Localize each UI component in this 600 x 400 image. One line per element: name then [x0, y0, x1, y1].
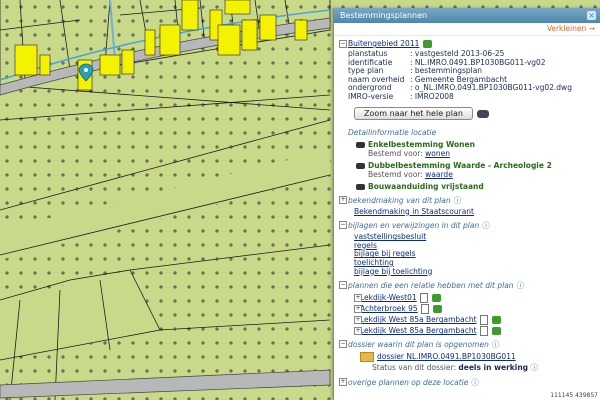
arrow-right-icon: →	[588, 24, 595, 33]
binoculars-icon[interactable]	[476, 109, 489, 118]
relatie-section[interactable]: − plannen die een relatie hebben met dit …	[334, 280, 600, 291]
info-icon[interactable]: ⓘ	[482, 221, 490, 230]
relatie-title: plannen die een relatie hebben met dit p…	[348, 281, 514, 291]
detail-name[interactable]: Enkelbestemming Wonen	[368, 140, 475, 149]
expand-icon[interactable]: +	[339, 377, 347, 386]
panel-title: Bestemmingsplannen	[340, 11, 428, 20]
plan-header: − Buitengebied 2011	[334, 39, 600, 48]
document-icon[interactable]	[420, 304, 429, 315]
relatie-link[interactable]: Lekdijk West 85a Bergambacht	[360, 326, 477, 335]
collapse-icon[interactable]: −	[339, 281, 347, 290]
relatie-item: + Achterbroek 95	[334, 304, 600, 315]
binoculars-icon[interactable]	[356, 162, 365, 169]
dossier-link[interactable]: dossier NL.IMRO.0491.BP1030BG011	[377, 352, 516, 361]
collapse-icon[interactable]: −	[339, 221, 347, 230]
overige-title: overige plannen op deze locatie	[348, 377, 469, 387]
binoculars-icon[interactable]	[356, 141, 365, 148]
info-icon[interactable]: ⓘ	[492, 340, 500, 349]
detail-name[interactable]: Bouwaanduiding vrijstaand	[368, 182, 484, 191]
bestemd-voor-row: Bestemd voor: wonen	[356, 149, 600, 158]
bestemmingsplannen-panel: Bestemmingsplannen × Verkleinen → − Buit…	[333, 8, 600, 400]
bekendmaking-section[interactable]: + bekendmaking van dit plan ⓘ	[334, 195, 600, 206]
info-icon[interactable]: ⓘ	[530, 363, 538, 372]
detail-item: Dubbelbestemming Waarde - Archeologie 2B…	[334, 161, 600, 179]
plan-property-row: IMRO-versie : IMRO2008	[334, 91, 600, 102]
relatie-link[interactable]: Achterbroek 95	[360, 304, 418, 313]
bijlage-item: bijlage bij toelichting	[354, 267, 600, 277]
document-icon[interactable]	[479, 315, 488, 326]
dossier-status-label: Status van dit dossier:	[372, 363, 456, 373]
close-icon[interactable]: ×	[587, 11, 596, 20]
document-icon[interactable]	[419, 293, 428, 304]
bijlagen-title: bijlagen en verwijzingen in dit plan	[348, 221, 480, 231]
bijlagen-section[interactable]: − bijlagen en verwijzingen in dit plan ⓘ	[334, 220, 600, 231]
zoom-plan-label: Zoom naar het hele plan	[364, 108, 463, 118]
relatie-item: + Lekdijk-West01	[334, 293, 600, 304]
bijlage-link[interactable]: bijlage bij toelichting	[354, 267, 432, 276]
info-icon[interactable]: ⓘ	[517, 281, 525, 290]
dossier-status-value: deels in werking	[458, 363, 529, 373]
bijlage-item: vaststellingsbesluit	[354, 232, 600, 242]
relatie-item: + Lekdijk West 85a Bergambacht	[334, 315, 600, 326]
coordinate-readout: 111145 439857	[528, 391, 600, 400]
detail-item: Enkelbestemming Wonen Bestemd voor: wonen	[334, 140, 600, 158]
info-icon[interactable]: ⓘ	[471, 378, 479, 387]
bestemd-value-link[interactable]: waarde	[425, 170, 453, 179]
bekend-title: bekendmaking van dit plan	[348, 195, 451, 205]
lock-icon	[491, 327, 501, 336]
lock-icon	[423, 40, 433, 48]
bestemd-voor-row: Bestemd voor: waarde	[356, 170, 600, 179]
detail-name[interactable]: Dubbelbestemming Waarde - Archeologie 2	[368, 161, 552, 170]
zoom-plan-button[interactable]: Zoom naar het hele plan	[354, 106, 473, 120]
overige-section[interactable]: + overige plannen op deze locatie ⓘ	[334, 377, 600, 388]
lock-icon	[491, 316, 501, 325]
relatie-link[interactable]: Lekdijk West 85a Bergambacht	[360, 315, 477, 324]
document-icon[interactable]	[479, 326, 488, 337]
bestemd-label: Bestemd voor:	[368, 169, 426, 179]
smaller-label: Verkleinen	[546, 24, 587, 33]
property-value: : IMRO2008	[410, 91, 454, 101]
relatie-item: + Lekdijk West 85a Bergambacht	[334, 326, 600, 337]
detail-item: Bouwaanduiding vrijstaand	[334, 182, 600, 191]
detail-section-title: Detailinformatie locatie	[334, 128, 600, 137]
lock-icon	[432, 305, 442, 314]
bestemd-value-link[interactable]: wonen	[425, 149, 450, 158]
collapse-icon[interactable]: −	[339, 40, 347, 48]
expand-icon[interactable]: +	[354, 305, 362, 314]
panel-subheader: Verkleinen →	[334, 23, 600, 36]
binoculars-icon[interactable]	[356, 183, 365, 190]
panel-header: Bestemmingsplannen ×	[334, 8, 600, 23]
dossier-title: dossier waarin dit plan is opgenomen	[348, 340, 489, 350]
expand-icon[interactable]: +	[339, 195, 347, 204]
info-icon[interactable]: ⓘ	[454, 196, 462, 205]
expand-icon[interactable]: +	[354, 327, 362, 336]
property-key: IMRO-versie	[348, 91, 394, 101]
plan-name-link[interactable]: Buitengebied 2011	[348, 39, 419, 48]
lock-icon	[431, 294, 441, 303]
dossier-section[interactable]: − dossier waarin dit plan is opgenomen ⓘ	[334, 339, 600, 350]
folder-icon	[360, 352, 374, 363]
detail-title: Detailinformatie locatie	[348, 127, 437, 137]
bekendmaking-link[interactable]: Bekendmaking in Staatscourant	[354, 207, 474, 216]
collapse-icon[interactable]: −	[339, 340, 347, 349]
relatie-link[interactable]: Lekdijk-West01	[360, 293, 417, 302]
bestemd-label: Bestemd voor:	[368, 148, 426, 158]
smaller-button[interactable]: Verkleinen →	[547, 24, 595, 33]
expand-icon[interactable]: +	[354, 294, 362, 303]
expand-icon[interactable]: +	[354, 316, 362, 325]
